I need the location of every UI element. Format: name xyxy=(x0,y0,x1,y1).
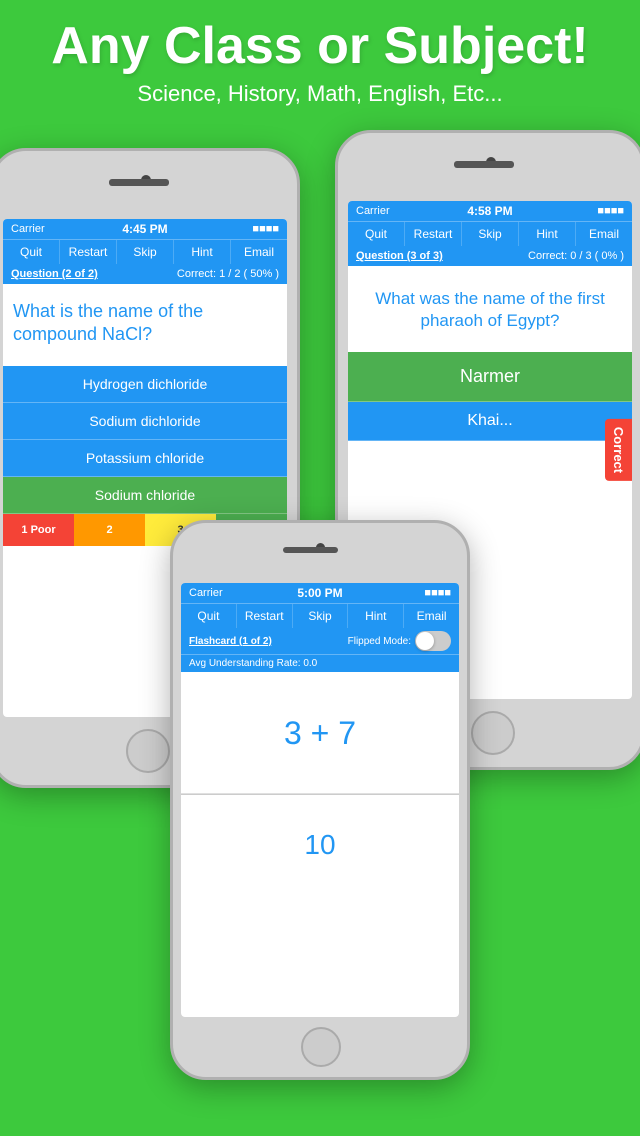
phone3-quit-btn[interactable]: Quit xyxy=(181,604,237,628)
correct-badge: Correct xyxy=(605,419,632,481)
phone2-restart-btn[interactable]: Restart xyxy=(405,222,462,246)
phone1-time: 4:45 PM xyxy=(122,222,167,236)
phone3-flipped-toggle[interactable] xyxy=(415,631,451,651)
phone3-toolbar: Quit Restart Skip Hint Email xyxy=(181,603,459,628)
phone3-flipped-mode: Flipped Mode: xyxy=(348,631,451,651)
phone1-restart-btn[interactable]: Restart xyxy=(60,240,117,264)
phone2-home[interactable] xyxy=(471,711,515,755)
phone1-answer-3[interactable]: Sodium chloride xyxy=(3,477,287,514)
phone1-info-bar: Question (2 of 2) Correct: 1 / 2 ( 50% ) xyxy=(3,264,287,286)
phone1-skip-btn[interactable]: Skip xyxy=(117,240,174,264)
phone1-rating-1[interactable]: 1 Poor xyxy=(3,514,74,546)
phone3-avg-bar: Avg Understanding Rate: 0.0 xyxy=(181,655,459,674)
phone2-toolbar: Quit Restart Skip Hint Email xyxy=(348,221,632,246)
header-subtitle: Science, History, Math, English, Etc... xyxy=(20,81,620,107)
phone3-carrier: Carrier xyxy=(189,587,223,599)
phone3-restart-btn[interactable]: Restart xyxy=(237,604,293,628)
phone1-answers: Hydrogen dichloride Sodium dichloride Po… xyxy=(3,366,287,514)
phone2-status-bar: Carrier 4:58 PM ■■■■ xyxy=(348,201,632,221)
phone2-time: 4:58 PM xyxy=(467,204,512,218)
phone1-question-info: Question (2 of 2) xyxy=(11,268,98,280)
phone3-answer-value: 10 xyxy=(304,829,335,861)
phone2-question-info: Question (3 of 3) xyxy=(356,250,443,262)
header: Any Class or Subject! Science, History, … xyxy=(0,0,640,117)
phone2-answers: Narmer Khai... xyxy=(348,352,632,441)
phone1-question-text: What is the name of the compound NaCl? xyxy=(13,300,277,347)
phone3-screen: Carrier 5:00 PM ■■■■ Quit Restart Skip H… xyxy=(181,583,459,1017)
phone1-battery: ■■■■ xyxy=(252,223,279,235)
phone2-battery: ■■■■ xyxy=(597,205,624,217)
phone3-flashcard-label: Flashcard (1 of 2) xyxy=(189,636,272,647)
phone3-card-front[interactable]: 3 + 7 xyxy=(181,674,459,794)
phone3-flashcard-info: Flashcard (1 of 2) Flipped Mode: xyxy=(181,628,459,655)
phone1-home[interactable] xyxy=(126,729,170,773)
phone2-question-area: What was the name of the first pharaoh o… xyxy=(348,268,632,352)
phone1-hint-btn[interactable]: Hint xyxy=(174,240,231,264)
phone1-speaker xyxy=(109,179,169,186)
phone2-info-bar: Question (3 of 3) Correct: 0 / 3 ( 0% ) xyxy=(348,246,632,268)
phone3-skip-btn[interactable]: Skip xyxy=(293,604,349,628)
phone1-rating-2[interactable]: 2 xyxy=(74,514,145,546)
phone2-skip-btn[interactable]: Skip xyxy=(462,222,519,246)
phone2-quit-btn[interactable]: Quit xyxy=(348,222,405,246)
phone3-math-expression: 3 + 7 xyxy=(284,715,356,752)
phone3-hint-btn[interactable]: Hint xyxy=(348,604,404,628)
phone3-card-back[interactable]: 10 xyxy=(181,795,459,895)
phone1-answer-1[interactable]: Sodium dichloride xyxy=(3,403,287,440)
phone3-email-btn[interactable]: Email xyxy=(404,604,459,628)
phone1-answer-2[interactable]: Potassium chloride xyxy=(3,440,287,477)
phone3-home[interactable] xyxy=(301,1027,341,1067)
phone2-answer-0[interactable]: Narmer xyxy=(348,352,632,402)
phone3-toggle-knob xyxy=(416,632,434,650)
phone1-toolbar: Quit Restart Skip Hint Email xyxy=(3,239,287,264)
phone2-email-btn[interactable]: Email xyxy=(576,222,632,246)
phone2-speaker xyxy=(454,161,514,168)
phone2-hint-btn[interactable]: Hint xyxy=(519,222,576,246)
phone2-carrier: Carrier xyxy=(356,205,390,217)
phone1-quit-btn[interactable]: Quit xyxy=(3,240,60,264)
phone3: Carrier 5:00 PM ■■■■ Quit Restart Skip H… xyxy=(170,520,470,1080)
phone1-email-btn[interactable]: Email xyxy=(231,240,287,264)
phone2-answer-1[interactable]: Khai... xyxy=(348,402,632,441)
phone2-question-text: What was the name of the first pharaoh o… xyxy=(358,288,622,332)
phone3-time: 5:00 PM xyxy=(297,586,342,600)
phone1-carrier: Carrier xyxy=(11,223,45,235)
phone1-correct-info: Correct: 1 / 2 ( 50% ) xyxy=(177,268,279,280)
phone3-battery: ■■■■ xyxy=(424,587,451,599)
phone1-question-area: What is the name of the compound NaCl? xyxy=(3,286,287,366)
header-title: Any Class or Subject! xyxy=(20,18,620,75)
phone1-status-bar: Carrier 4:45 PM ■■■■ xyxy=(3,219,287,239)
phone1-answer-0[interactable]: Hydrogen dichloride xyxy=(3,366,287,403)
phone3-speaker xyxy=(283,547,338,553)
phone3-status-bar: Carrier 5:00 PM ■■■■ xyxy=(181,583,459,603)
phone2-correct-info: Correct: 0 / 3 ( 0% ) xyxy=(528,250,624,262)
phone3-avg-label: Avg Understanding Rate: 0.0 xyxy=(189,658,317,669)
